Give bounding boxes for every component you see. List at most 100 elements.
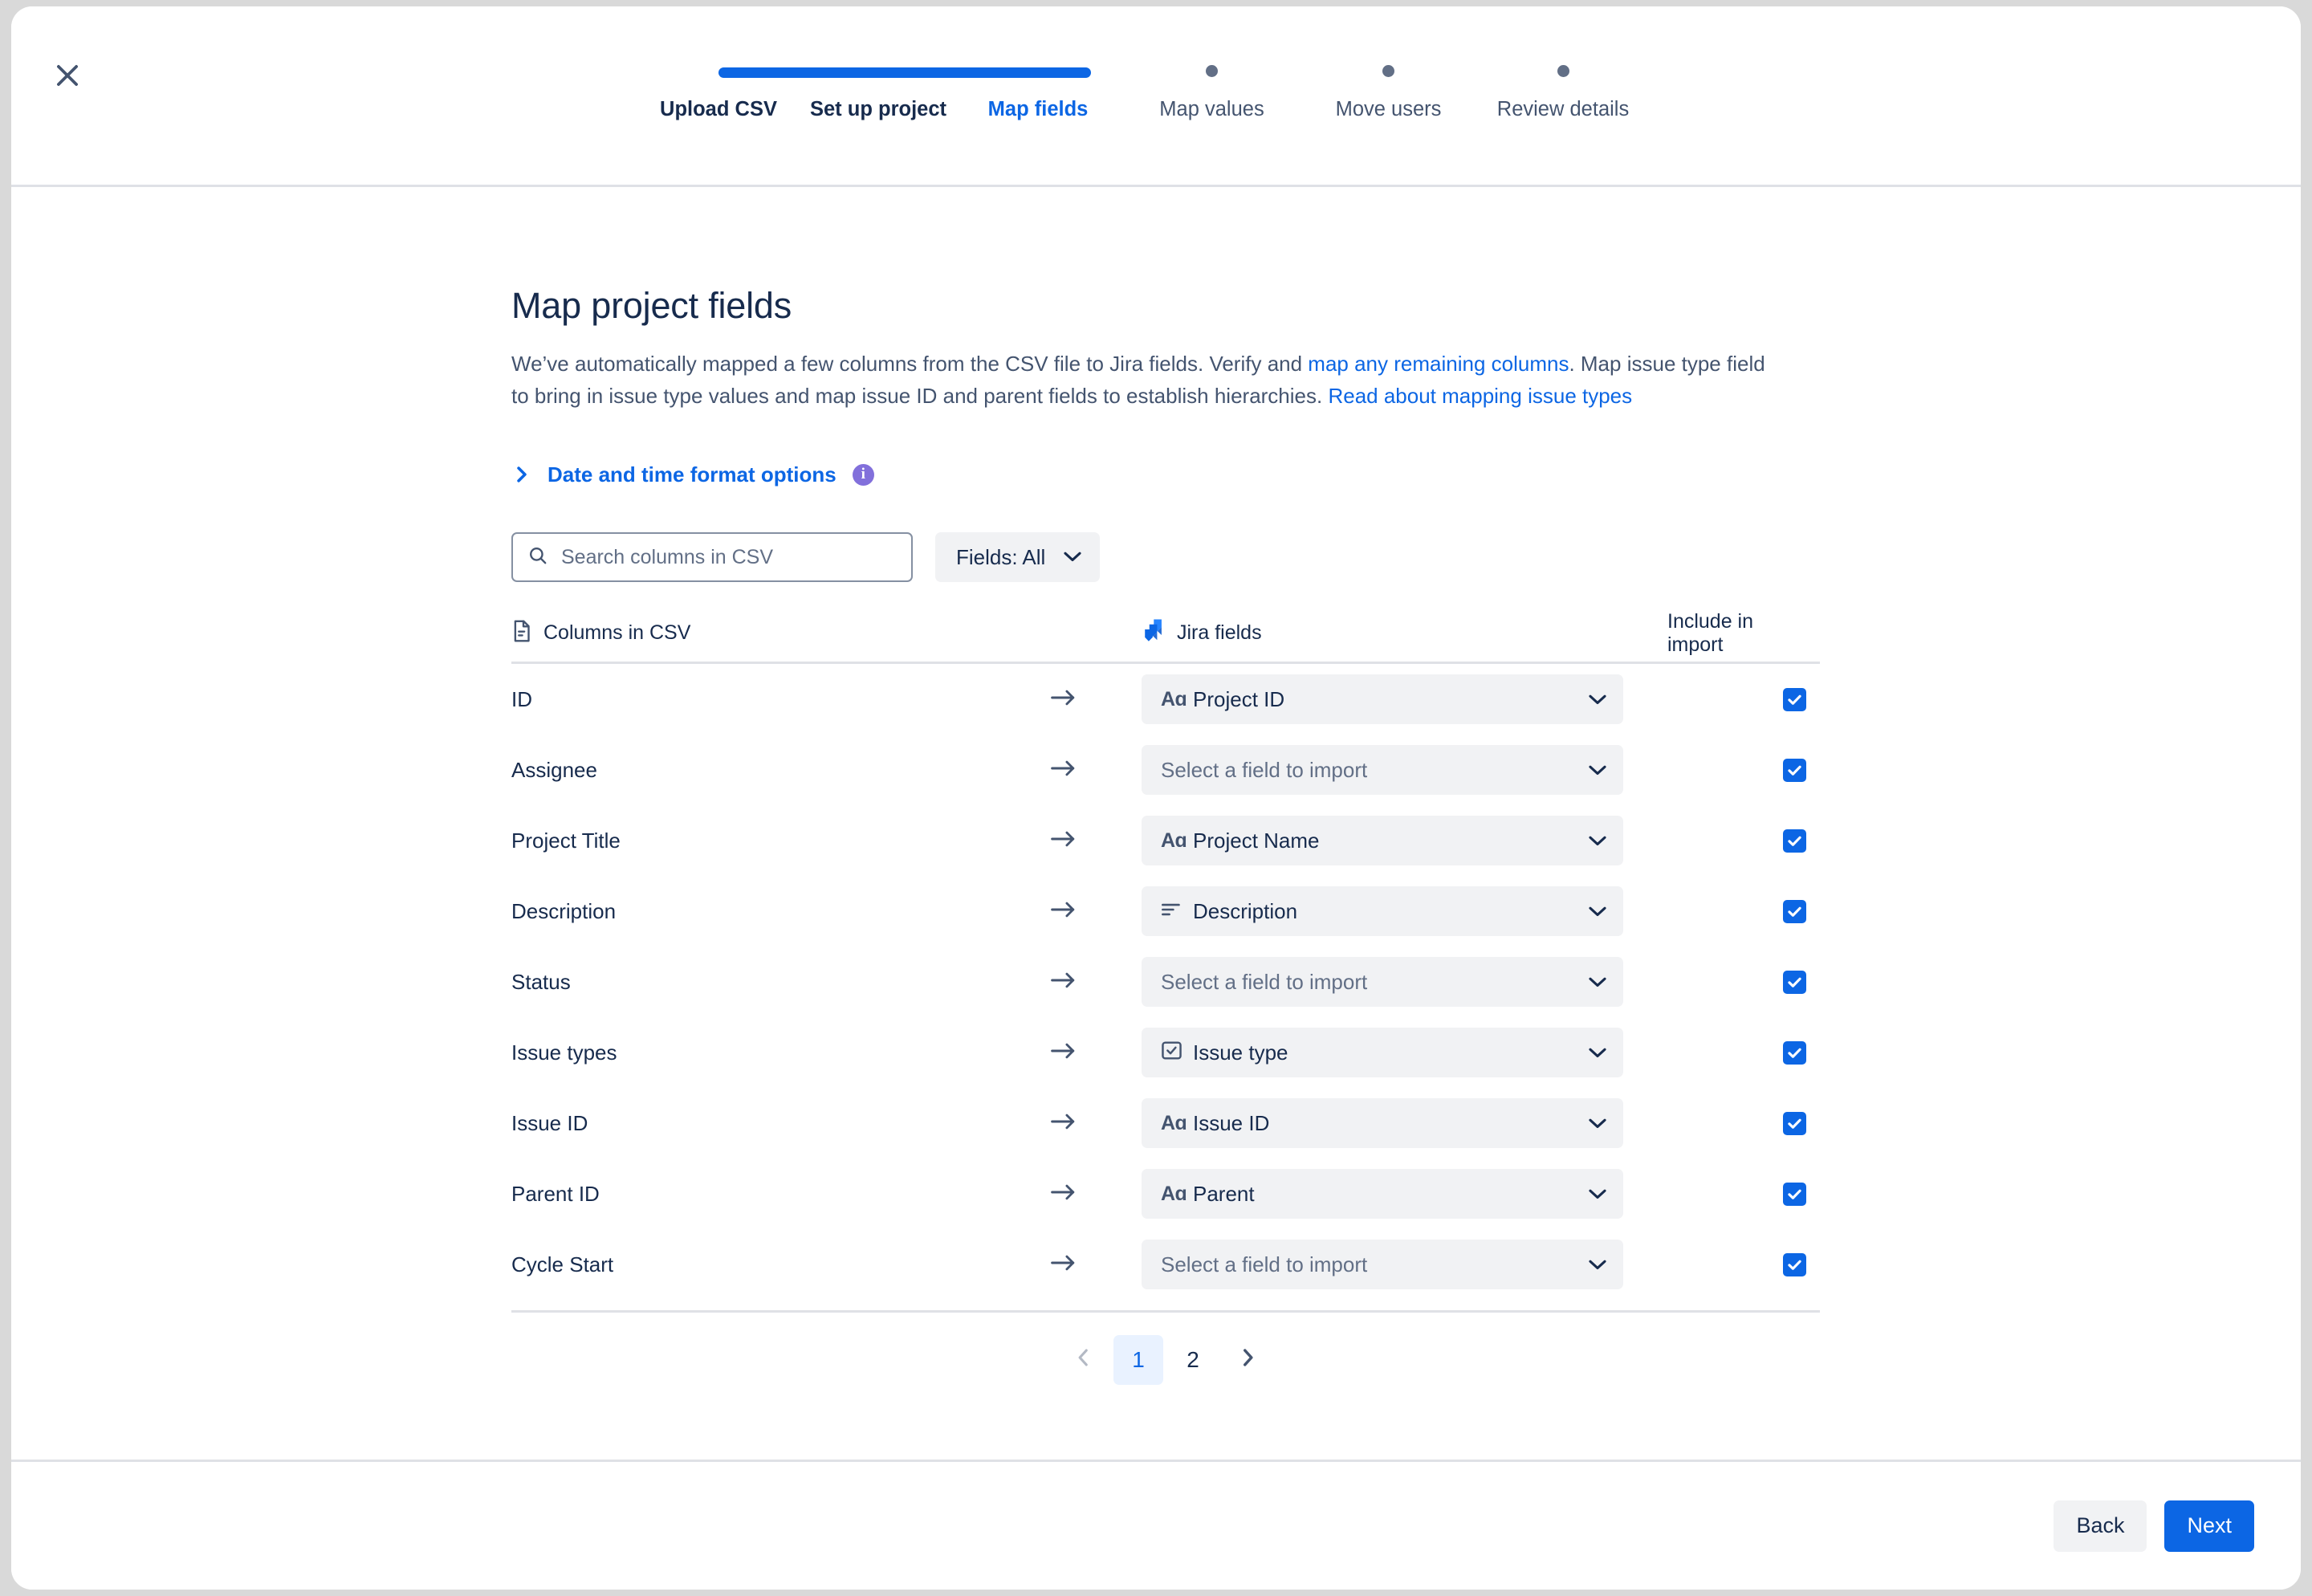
step-set-up-project[interactable]: Set up project (788, 56, 969, 121)
include-in-import-checkbox[interactable] (1783, 1182, 1806, 1206)
row-arrow (1033, 900, 1142, 923)
include-in-import-checkbox[interactable] (1783, 899, 1806, 923)
step-label: Map fields (987, 98, 1089, 120)
paragraph-icon (1161, 902, 1182, 922)
jira-field-select[interactable]: Aɑ Parent (1142, 1169, 1623, 1219)
step-move-users[interactable]: Move users (1329, 56, 1447, 121)
include-in-import-checkbox[interactable] (1783, 758, 1806, 782)
map-remaining-columns-link[interactable]: map any remaining columns (1308, 352, 1569, 376)
include-in-import-cell (1623, 687, 1820, 711)
jira-field-select[interactable]: Aɑ Project ID (1142, 674, 1623, 724)
step-review-details[interactable]: Review details (1486, 56, 1640, 121)
page-title: Map project fields (511, 285, 792, 326)
description-part-1: We’ve automatically mapped a few columns… (511, 352, 1309, 376)
info-icon[interactable]: i (852, 463, 874, 486)
jira-field-select-value: Select a field to import (1161, 757, 1368, 782)
jira-field-select[interactable]: Select a field to import (1142, 1240, 1623, 1289)
jira-field-select[interactable]: Aɑ Issue ID (1142, 1098, 1623, 1148)
jira-field-select[interactable]: Issue type (1142, 1028, 1623, 1077)
jira-field-select-value: Project Name (1193, 828, 1320, 853)
include-in-import-checkbox[interactable] (1783, 1252, 1806, 1276)
jira-field-select[interactable]: Aɑ Project Name (1142, 816, 1623, 865)
table-row: ID Aɑ Project ID (511, 664, 1820, 735)
maps-to-arrow-icon (1050, 829, 1077, 853)
pagination-prev-button[interactable] (1059, 1335, 1109, 1385)
step-label: Set up project (809, 98, 947, 120)
pagination-page-2[interactable]: 2 (1168, 1335, 1218, 1385)
read-about-mapping-issue-types-link[interactable]: Read about mapping issue types (1328, 384, 1632, 408)
include-in-import-cell (1623, 829, 1820, 853)
checkbox-sq-icon (1161, 1040, 1182, 1065)
include-in-import-checkbox[interactable] (1783, 687, 1806, 711)
search-input[interactable] (561, 545, 897, 569)
content-column: Map project fields We’ve automatically m… (511, 187, 1828, 1385)
table-toolbar: Fields: All (511, 532, 1828, 582)
search-box[interactable] (511, 532, 913, 582)
jira-field-select[interactable]: Select a field to import (1142, 745, 1623, 795)
header-cell-jira: Jira fields (1142, 618, 1667, 648)
step-dot-icon (1206, 64, 1218, 77)
csv-column-name: Status (511, 969, 571, 994)
step-label: Map values (1159, 98, 1264, 120)
csv-column-name: Issue types (511, 1040, 617, 1065)
chevron-down-icon (1588, 1187, 1607, 1200)
chevron-down-icon (1588, 975, 1607, 988)
maps-to-arrow-icon (1050, 759, 1077, 782)
jira-field-select[interactable]: Description (1142, 886, 1623, 936)
close-icon (52, 60, 83, 91)
jira-field-select-value: Parent (1193, 1181, 1255, 1206)
row-arrow (1033, 829, 1142, 853)
step-map-fields[interactable]: Map fields (969, 56, 1107, 121)
table-row: Assignee Select a field to import (511, 735, 1820, 805)
jira-field-select-value: Select a field to import (1161, 1252, 1368, 1276)
maps-to-arrow-icon (1050, 900, 1077, 923)
search-icon (527, 545, 548, 570)
row-arrow (1033, 1112, 1142, 1135)
chevron-down-icon (1588, 1258, 1607, 1271)
jira-field-cell: Aɑ Project Name (1142, 816, 1623, 865)
include-in-import-checkbox[interactable] (1783, 829, 1806, 853)
fields-filter-label: Fields: All (956, 544, 1046, 569)
chevron-down-icon (1588, 693, 1607, 706)
jira-field-select-value: Select a field to import (1161, 969, 1368, 994)
row-arrow (1033, 688, 1142, 711)
include-in-import-cell (1623, 1040, 1820, 1065)
text-field-icon: Aɑ (1161, 687, 1187, 710)
maps-to-arrow-icon (1050, 688, 1077, 711)
csv-column-name: Description (511, 898, 617, 923)
include-in-import-cell (1623, 899, 1820, 923)
step-upload-csv[interactable]: Upload CSV (649, 56, 788, 121)
row-arrow (1033, 971, 1142, 994)
next-button[interactable]: Next (2164, 1500, 2254, 1552)
header-label-jira: Jira fields (1177, 621, 1262, 644)
include-in-import-checkbox[interactable] (1783, 970, 1806, 994)
step-map-values[interactable]: Map values (1153, 56, 1271, 121)
header-cell-csv: Columns in CSV (511, 619, 1142, 647)
step-label: Move users (1335, 98, 1442, 120)
include-in-import-checkbox[interactable] (1783, 1040, 1806, 1065)
jira-field-cell: Select a field to import (1142, 745, 1623, 795)
jira-field-select-value: Description (1193, 898, 1298, 923)
pagination: 1 2 (511, 1335, 1820, 1385)
step-marker (1329, 56, 1447, 85)
close-button[interactable] (45, 53, 90, 98)
step-marker (969, 56, 1107, 85)
pagination-next-button[interactable] (1223, 1335, 1272, 1385)
date-time-format-options-toggle[interactable]: Date and time format options i (511, 462, 929, 487)
jira-field-select[interactable]: Select a field to import (1142, 957, 1623, 1007)
text-field-icon: Aɑ (1161, 829, 1187, 852)
row-arrow (1033, 759, 1142, 782)
include-in-import-cell (1623, 1252, 1820, 1276)
wizard-header: Upload CSV Set up project Map fields Map… (11, 6, 2301, 187)
field-mapping-table: Columns in CSV Jira fields Include in im… (511, 610, 1820, 1385)
table-row: Cycle Start Select a field to import (511, 1229, 1820, 1300)
pagination-page-1[interactable]: 1 (1113, 1335, 1163, 1385)
fields-filter-button[interactable]: Fields: All (935, 532, 1101, 582)
maps-to-arrow-icon (1050, 1041, 1077, 1065)
include-in-import-cell (1623, 1182, 1820, 1206)
jira-field-cell: Description (1142, 886, 1623, 936)
include-in-import-checkbox[interactable] (1783, 1111, 1806, 1135)
csv-column-name: Assignee (511, 757, 597, 782)
back-button[interactable]: Back (2054, 1500, 2147, 1552)
chevron-down-icon (1063, 550, 1082, 565)
